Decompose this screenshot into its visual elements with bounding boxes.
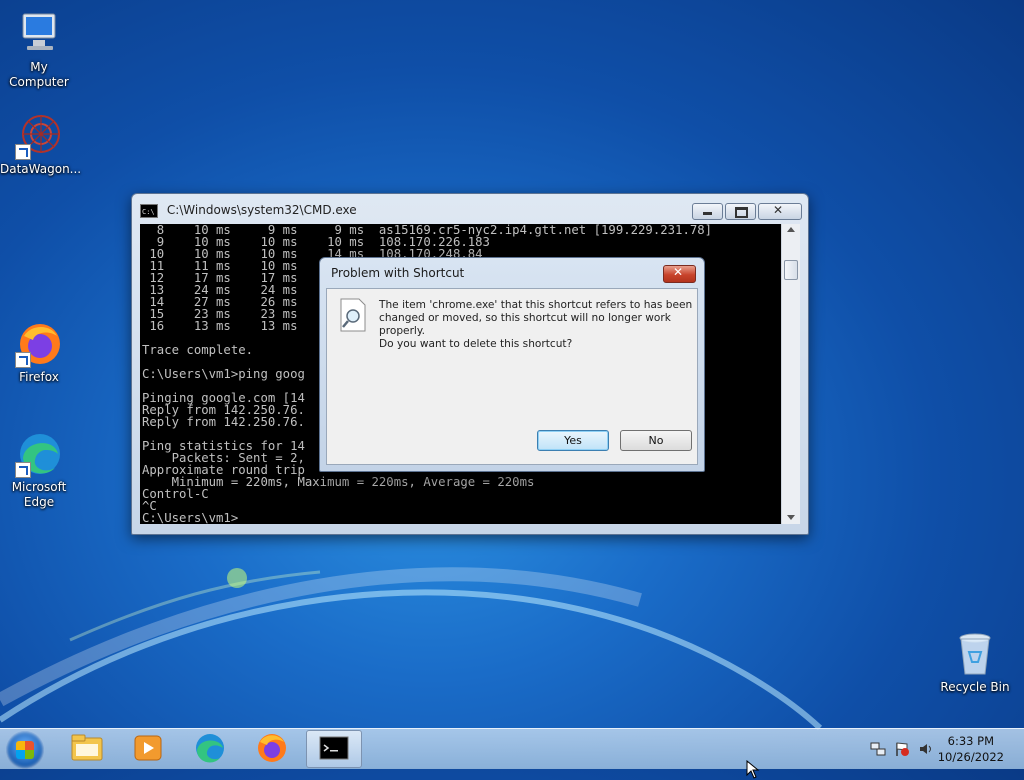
close-button[interactable] bbox=[758, 203, 802, 220]
desktop-icon-my-computer[interactable]: My Computer bbox=[0, 10, 78, 90]
cmd-titlebar[interactable]: C:\Windows\system32\CMD.exe bbox=[140, 200, 780, 222]
desktop-icon-datawagon[interactable]: DataWagon... bbox=[0, 112, 82, 177]
mouse-cursor-icon bbox=[746, 760, 760, 779]
scroll-up-arrow[interactable] bbox=[787, 227, 795, 232]
minimize-button[interactable] bbox=[692, 203, 723, 220]
desktop-icon-label: Firefox bbox=[19, 370, 59, 384]
taskbar-cmd[interactable] bbox=[306, 730, 362, 768]
dialog-content: The item 'chrome.exe' that this shortcut… bbox=[326, 288, 698, 465]
taskbar-edge[interactable] bbox=[183, 730, 237, 766]
windows-explorer-icon bbox=[71, 734, 103, 761]
scroll-thumb[interactable] bbox=[784, 260, 798, 280]
shortcut-arrow-icon bbox=[15, 352, 31, 368]
network-icon[interactable] bbox=[870, 741, 886, 757]
dialog-title: Problem with Shortcut bbox=[331, 266, 465, 280]
dialog-question: Do you want to delete this shortcut? bbox=[379, 338, 573, 350]
cmd-window-title: C:\Windows\system32\CMD.exe bbox=[166, 203, 357, 217]
search-document-icon bbox=[340, 298, 366, 332]
cmd-icon bbox=[140, 202, 158, 222]
taskbar-media-player[interactable] bbox=[121, 730, 175, 766]
shortcut-arrow-icon bbox=[15, 144, 31, 160]
taskbar: 6:33 PM 10/26/2022 bbox=[0, 728, 1024, 769]
system-tray: 6:33 PM 10/26/2022 bbox=[864, 729, 1024, 769]
scroll-down-arrow[interactable] bbox=[787, 515, 795, 520]
recycle-bin-icon bbox=[959, 633, 991, 675]
clock-date: 10/26/2022 bbox=[937, 750, 1004, 764]
desktop-icon-label: DataWagon... bbox=[0, 162, 82, 176]
problem-with-shortcut-dialog[interactable]: Problem with Shortcut The item 'chrome.e… bbox=[319, 257, 705, 472]
desktop-icon-recycle-bin[interactable]: Recycle Bin bbox=[936, 630, 1014, 695]
dialog-close-button[interactable] bbox=[663, 265, 696, 283]
no-button[interactable]: No bbox=[620, 430, 692, 451]
desktop-icon-label: My Computer bbox=[9, 60, 69, 89]
firefox-icon bbox=[258, 734, 286, 762]
action-center-flag-icon[interactable] bbox=[894, 741, 910, 757]
clock-time: 6:33 PM bbox=[947, 734, 995, 748]
maximize-button[interactable] bbox=[725, 203, 756, 220]
shortcut-arrow-icon bbox=[15, 462, 31, 478]
desktop-icon-label: Microsoft Edge bbox=[11, 480, 67, 509]
window-controls bbox=[692, 203, 802, 220]
media-player-icon bbox=[134, 735, 162, 761]
taskbar-explorer[interactable] bbox=[60, 730, 114, 766]
start-button[interactable] bbox=[6, 731, 44, 769]
yes-button[interactable]: Yes bbox=[537, 430, 609, 451]
desktop-icon-firefox[interactable]: Firefox bbox=[0, 320, 78, 385]
dialog-message: The item 'chrome.exe' that this shortcut… bbox=[379, 299, 693, 337]
taskbar-firefox[interactable] bbox=[245, 730, 299, 766]
taskbar-clock[interactable]: 6:33 PM 10/26/2022 bbox=[938, 733, 1004, 765]
cmd-icon bbox=[319, 736, 349, 760]
computer-icon bbox=[22, 13, 56, 50]
volume-icon[interactable] bbox=[918, 741, 934, 757]
edge-icon bbox=[196, 734, 224, 763]
vertical-scrollbar[interactable] bbox=[781, 224, 800, 524]
desktop-icon-label: Recycle Bin bbox=[940, 680, 1010, 694]
desktop-icon-microsoft-edge[interactable]: Microsoft Edge bbox=[0, 430, 78, 510]
